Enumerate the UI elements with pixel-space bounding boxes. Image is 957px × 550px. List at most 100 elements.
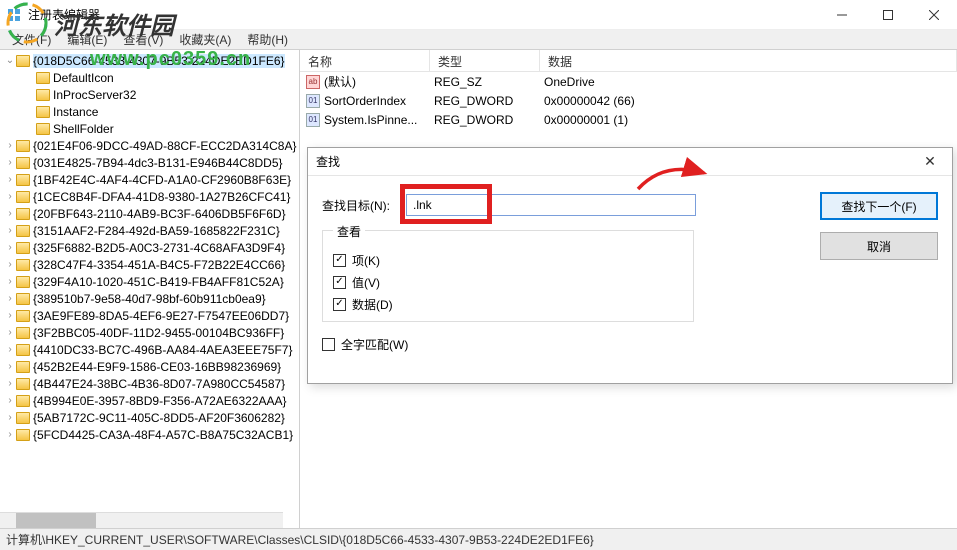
- check-value[interactable]: [333, 276, 346, 289]
- tree-item[interactable]: › {5FCD4425-CA3A-48F4-A57C-B8A75C32ACB1}: [0, 426, 299, 443]
- chevron-down-icon: ⌄: [4, 55, 16, 66]
- cancel-button[interactable]: 取消: [820, 232, 938, 260]
- status-path: 计算机\HKEY_CURRENT_USER\SOFTWARE\Classes\C…: [6, 531, 594, 548]
- tree-item-label: {021E4F06-9DCC-49AD-88CF-ECC2DA314C8A}: [33, 139, 296, 153]
- table-row[interactable]: 01System.IsPinne...REG_DWORD0x00000001 (…: [300, 110, 957, 129]
- table-row[interactable]: ab(默认)REG_SZOneDrive: [300, 72, 957, 91]
- folder-icon: [36, 106, 50, 118]
- menu-view[interactable]: 查看(V): [115, 31, 171, 48]
- menu-file[interactable]: 文件(F): [4, 31, 59, 48]
- tree-item[interactable]: › {1BF42E4C-4AF4-4CFD-A1A0-CF2960B8F63E}: [0, 171, 299, 188]
- check-data[interactable]: [333, 298, 346, 311]
- tree-item-label: {4410DC33-BC7C-496B-AA84-4AEA3EEE75F7}: [33, 343, 293, 357]
- tree-item[interactable]: DefaultIcon: [0, 69, 299, 86]
- status-bar: 计算机\HKEY_CURRENT_USER\SOFTWARE\Classes\C…: [0, 528, 957, 550]
- tree-item[interactable]: ShellFolder: [0, 120, 299, 137]
- tree-item-label: {1BF42E4C-4AF4-4CFD-A1A0-CF2960B8F63E}: [33, 173, 291, 187]
- chevron-right-icon: ›: [4, 378, 16, 389]
- tree-item[interactable]: Instance: [0, 103, 299, 120]
- check-data-label: 数据(D): [352, 296, 393, 313]
- tree-item-label: DefaultIcon: [53, 71, 114, 85]
- folder-icon: [16, 344, 30, 356]
- tree-item[interactable]: InProcServer32: [0, 86, 299, 103]
- tree-item[interactable]: › {031E4825-7B94-4dc3-B131-E946B44C8DD5}: [0, 154, 299, 171]
- value-type: REG_SZ: [434, 75, 544, 89]
- tree-item[interactable]: › {328C47F4-3354-451A-B4C5-F72B22E4CC66}: [0, 256, 299, 273]
- tree-item[interactable]: ›{389510b7-9e58-40d7-98bf-60b911cb0ea9}: [0, 290, 299, 307]
- folder-icon: [16, 140, 30, 152]
- tree-item[interactable]: ⌄{018D5C66-4533-4307-9B53-224DE2ED1FE6}: [0, 52, 299, 69]
- column-type[interactable]: 类型: [430, 50, 540, 71]
- tree-item-label: {4B994E0E-3957-8BD9-F356-A72AE6322AAA}: [33, 394, 287, 408]
- tree-item[interactable]: › {4B447E24-38BC-4B36-8D07-7A980CC54587}: [0, 375, 299, 392]
- close-button[interactable]: [911, 0, 957, 29]
- chevron-right-icon: ›: [4, 412, 16, 423]
- tree-item[interactable]: ›{452B2E44-E9F9-1586-CE03-16BB98236969}: [0, 358, 299, 375]
- tree-item[interactable]: › {4410DC33-BC7C-496B-AA84-4AEA3EEE75F7}: [0, 341, 299, 358]
- column-data[interactable]: 数据: [540, 50, 957, 71]
- folder-icon: [16, 157, 30, 169]
- chevron-right-icon: ›: [4, 174, 16, 185]
- tree-item[interactable]: ›{329F4A10-1020-451C-B419-FB4AFF81C52A}: [0, 273, 299, 290]
- tree-item[interactable]: › {5AB7172C-9C11-405C-8DD5-AF20F3606282}: [0, 409, 299, 426]
- chevron-right-icon: ›: [4, 361, 16, 372]
- tree-item-label: {325F6882-B2D5-A0C3-2731-4C68AFA3D9F4}: [33, 241, 285, 255]
- tree-item-label: {3151AAF2-F284-492d-BA59-1685822F231C}: [33, 224, 280, 238]
- tree-item[interactable]: › {4B994E0E-3957-8BD9-F356-A72AE6322AAA}: [0, 392, 299, 409]
- folder-icon: [16, 225, 30, 237]
- menu-help[interactable]: 帮助(H): [239, 31, 296, 48]
- folder-icon: [16, 55, 30, 67]
- value-name: System.IsPinne...: [324, 113, 434, 127]
- binary-value-icon: 01: [306, 94, 320, 108]
- tree-item-label: ShellFolder: [53, 122, 114, 136]
- value-type: REG_DWORD: [434, 113, 544, 127]
- chevron-right-icon: ›: [4, 157, 16, 168]
- check-key[interactable]: [333, 254, 346, 267]
- registry-tree[interactable]: ⌄{018D5C66-4533-4307-9B53-224DE2ED1FE6} D…: [0, 50, 300, 528]
- tree-item-label: {5FCD4425-CA3A-48F4-A57C-B8A75C32ACB1}: [33, 428, 293, 442]
- folder-icon: [36, 72, 50, 84]
- chevron-right-icon: ›: [4, 225, 16, 236]
- tree-item[interactable]: ›{1CEC8B4F-DFA4-41D8-9380-1A27B26CFC41}: [0, 188, 299, 205]
- folder-icon: [16, 276, 30, 288]
- chevron-right-icon: ›: [4, 259, 16, 270]
- folder-icon: [36, 89, 50, 101]
- find-dialog: 查找 ✕ 查找目标(N): 查看 项(K) 值(V) 数据(D) 全字匹配(W)…: [307, 147, 953, 384]
- folder-icon: [16, 191, 30, 203]
- tree-item-label: {031E4825-7B94-4dc3-B131-E946B44C8DD5}: [33, 156, 283, 170]
- menu-edit[interactable]: 编辑(E): [59, 31, 115, 48]
- menu-favorites[interactable]: 收藏夹(A): [171, 31, 239, 48]
- tree-item-label: {4B447E24-38BC-4B36-8D07-7A980CC54587}: [33, 377, 285, 391]
- tree-item[interactable]: ›{3F2BBC05-40DF-11D2-9455-00104BC936FF}: [0, 324, 299, 341]
- check-whole-match[interactable]: [322, 338, 335, 351]
- maximize-button[interactable]: [865, 0, 911, 29]
- chevron-right-icon: ›: [4, 242, 16, 253]
- tree-item-label: {329F4A10-1020-451C-B419-FB4AFF81C52A}: [33, 275, 284, 289]
- minimize-button[interactable]: [819, 0, 865, 29]
- tree-item[interactable]: ›{20FBF643-2110-4AB9-BC3F-6406DB5F6F6D}: [0, 205, 299, 222]
- tree-item[interactable]: › {325F6882-B2D5-A0C3-2731-4C68AFA3D9F4}: [0, 239, 299, 256]
- value-data: 0x00000001 (1): [544, 113, 634, 127]
- chevron-right-icon: ›: [4, 429, 16, 440]
- check-whole-match-label: 全字匹配(W): [341, 336, 408, 353]
- value-data: 0x00000042 (66): [544, 94, 641, 108]
- tree-item[interactable]: ›{021E4F06-9DCC-49AD-88CF-ECC2DA314C8A}: [0, 137, 299, 154]
- table-row[interactable]: 01SortOrderIndexREG_DWORD0x00000042 (66): [300, 91, 957, 110]
- tree-item[interactable]: ›{3AE9FE89-8DA5-4EF6-9E27-F7547EE06DD7}: [0, 307, 299, 324]
- tree-item-label: {389510b7-9e58-40d7-98bf-60b911cb0ea9}: [33, 292, 266, 306]
- tree-item-label: {3AE9FE89-8DA5-4EF6-9E27-F7547EE06DD7}: [33, 309, 289, 323]
- tree-item-label: {328C47F4-3354-451A-B4C5-F72B22E4CC66}: [33, 258, 285, 272]
- chevron-right-icon: ›: [4, 344, 16, 355]
- tree-item-label: {5AB7172C-9C11-405C-8DD5-AF20F3606282}: [33, 411, 285, 425]
- find-next-button[interactable]: 查找下一个(F): [820, 192, 938, 220]
- look-at-legend: 查看: [333, 223, 365, 240]
- value-type: REG_DWORD: [434, 94, 544, 108]
- horizontal-scrollbar[interactable]: [0, 512, 283, 528]
- find-target-input[interactable]: [406, 194, 696, 216]
- folder-icon: [16, 310, 30, 322]
- column-name[interactable]: 名称: [300, 50, 430, 71]
- check-key-label: 项(K): [352, 252, 380, 269]
- chevron-right-icon: ›: [4, 395, 16, 406]
- find-close-button[interactable]: ✕: [916, 153, 944, 170]
- tree-item[interactable]: › {3151AAF2-F284-492d-BA59-1685822F231C}: [0, 222, 299, 239]
